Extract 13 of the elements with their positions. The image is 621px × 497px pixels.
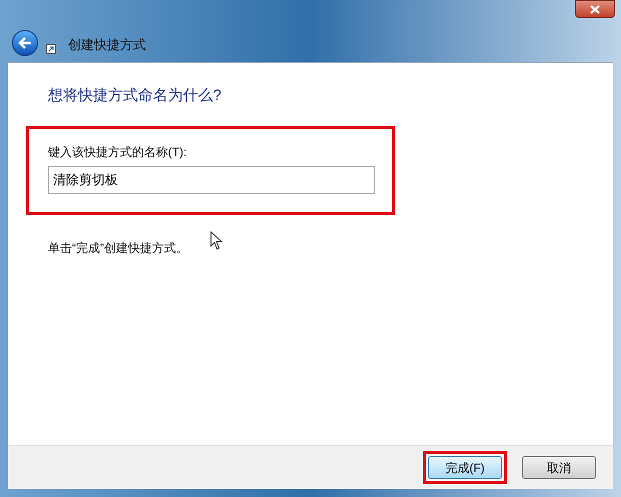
cancel-button[interactable]: 取消 [522, 456, 596, 479]
hint-text: 单击“完成”创建快捷方式。 [48, 240, 188, 256]
close-icon [590, 4, 600, 14]
close-button[interactable] [575, 0, 615, 18]
finish-button[interactable]: 完成(F) [428, 456, 502, 479]
window-title: 创建快捷方式 [68, 36, 146, 54]
name-field[interactable]: 清除剪切板 [48, 166, 375, 194]
heading: 想将快捷方式命名为什么? [47, 86, 222, 106]
shortcut-icon [46, 44, 56, 54]
back-button[interactable] [12, 30, 38, 56]
arrow-left-icon [18, 37, 32, 49]
field-label: 键入该快捷方式的名称(T): [48, 144, 188, 160]
mouse-cursor-icon [210, 230, 223, 250]
